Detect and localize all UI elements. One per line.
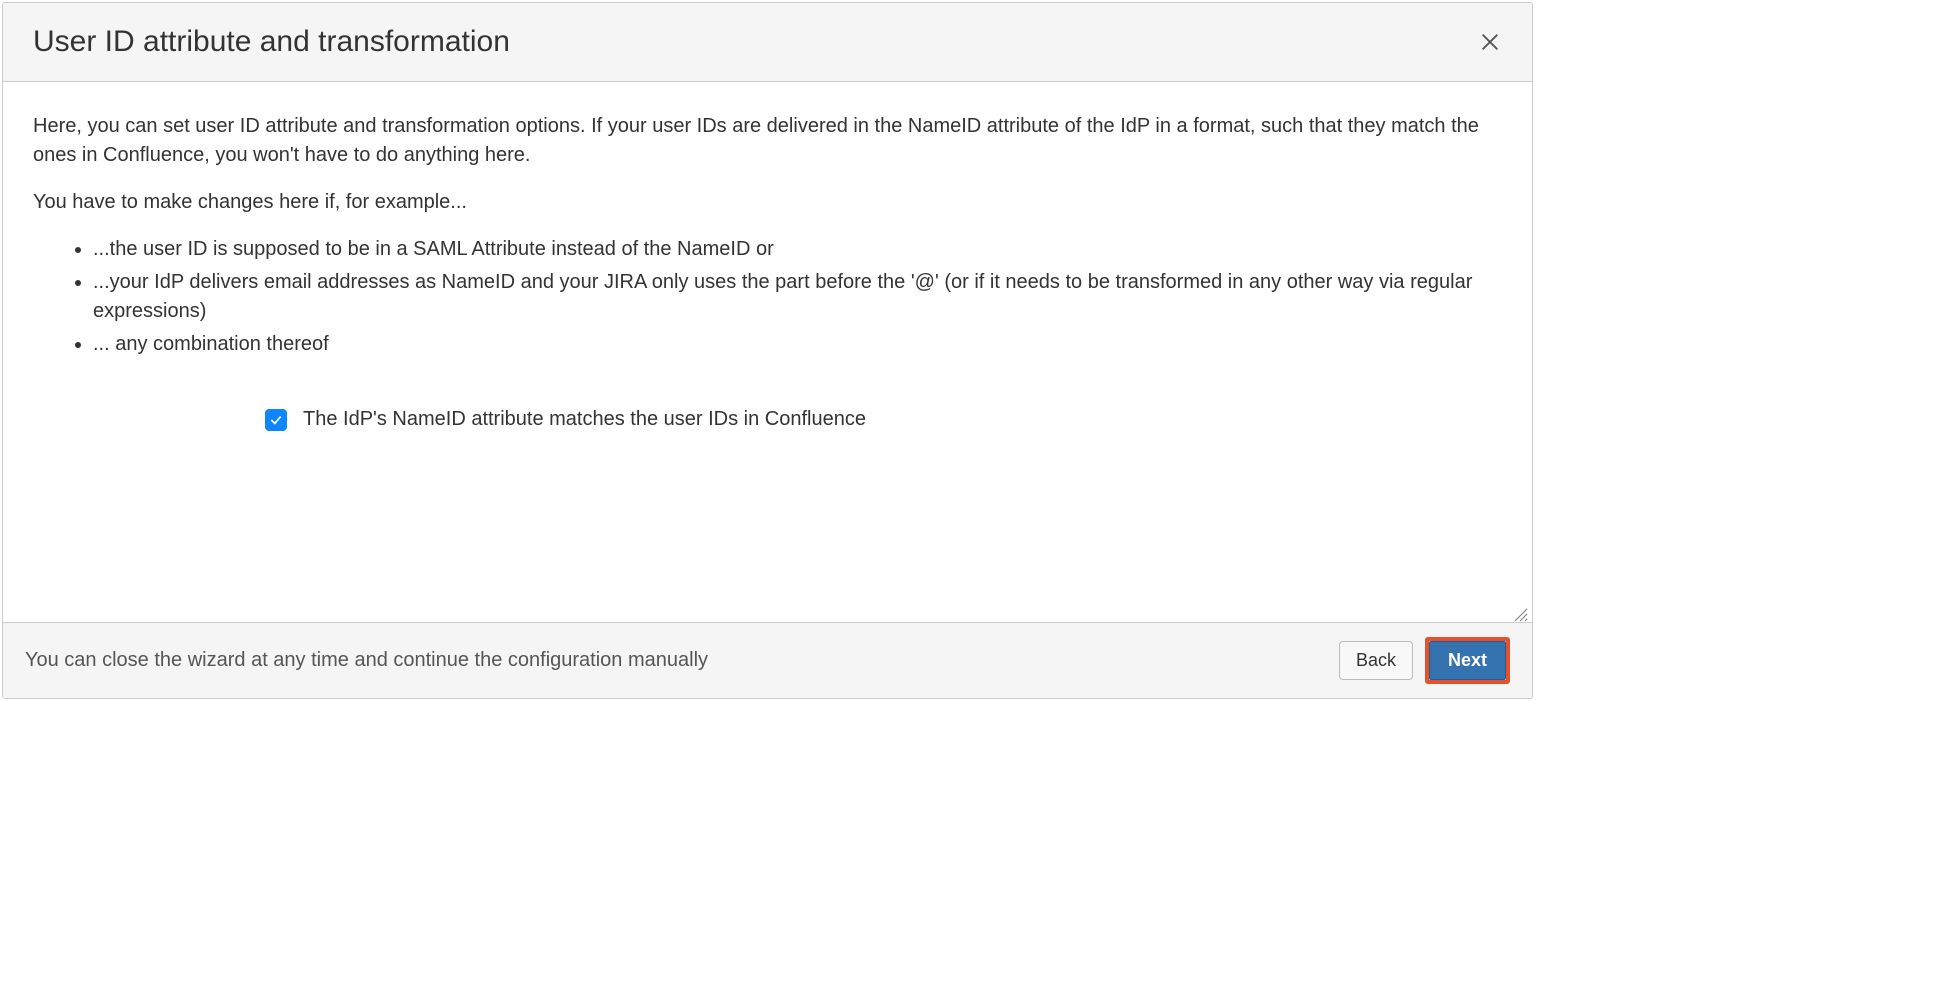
close-icon[interactable] (1478, 30, 1502, 54)
changes-intro-text: You have to make changes here if, for ex… (33, 188, 1502, 217)
list-item: ...your IdP delivers email addresses as … (93, 268, 1502, 326)
nameid-matches-checkbox[interactable] (265, 409, 287, 431)
next-button-highlight: Next (1425, 637, 1510, 684)
dialog-footer: You can close the wizard at any time and… (3, 622, 1532, 698)
dialog-title: User ID attribute and transformation (33, 25, 510, 59)
dialog-body: Here, you can set user ID attribute and … (3, 82, 1532, 622)
intro-text: Here, you can set user ID attribute and … (33, 112, 1502, 170)
next-button[interactable]: Next (1429, 641, 1506, 680)
back-button[interactable]: Back (1339, 641, 1413, 680)
wizard-dialog: User ID attribute and transformation Her… (2, 2, 1533, 699)
footer-buttons: Back Next (1339, 637, 1510, 684)
footer-hint: You can close the wizard at any time and… (25, 649, 708, 672)
nameid-matches-row: The IdP's NameID attribute matches the u… (265, 405, 1502, 434)
list-item: ... any combination thereof (93, 330, 1502, 359)
list-item: ...the user ID is supposed to be in a SA… (93, 235, 1502, 264)
dialog-header: User ID attribute and transformation (3, 3, 1532, 82)
changes-list: ...the user ID is supposed to be in a SA… (33, 235, 1502, 359)
resize-handle-icon[interactable] (1512, 602, 1528, 618)
nameid-matches-label: The IdP's NameID attribute matches the u… (303, 405, 866, 434)
